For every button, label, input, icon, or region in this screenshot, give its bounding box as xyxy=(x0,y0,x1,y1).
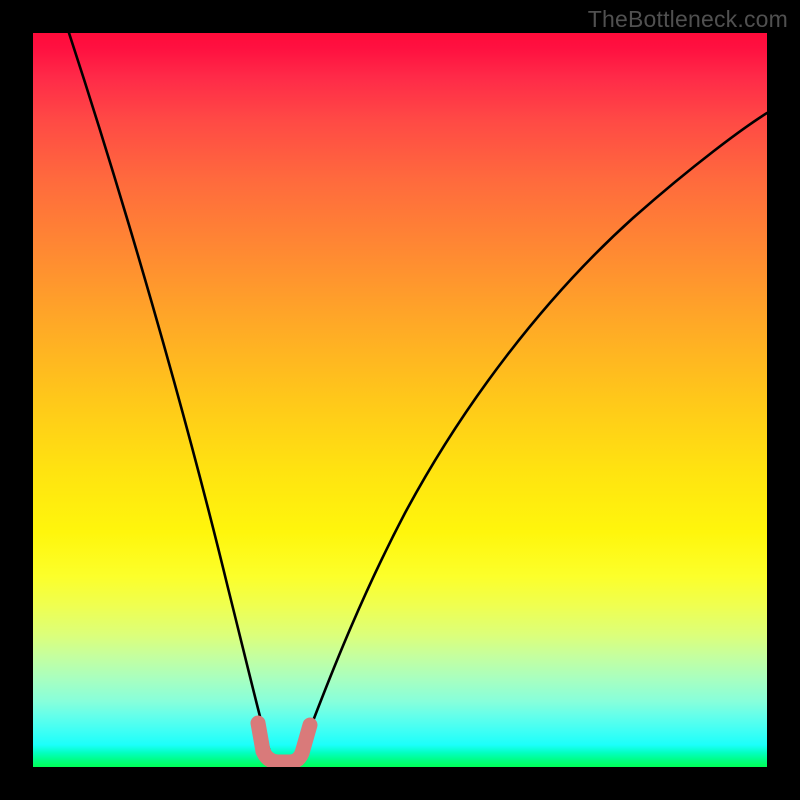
chart-gradient-background xyxy=(33,33,767,767)
chart-frame: TheBottleneck.com xyxy=(0,0,800,800)
watermark-text: TheBottleneck.com xyxy=(588,6,788,33)
